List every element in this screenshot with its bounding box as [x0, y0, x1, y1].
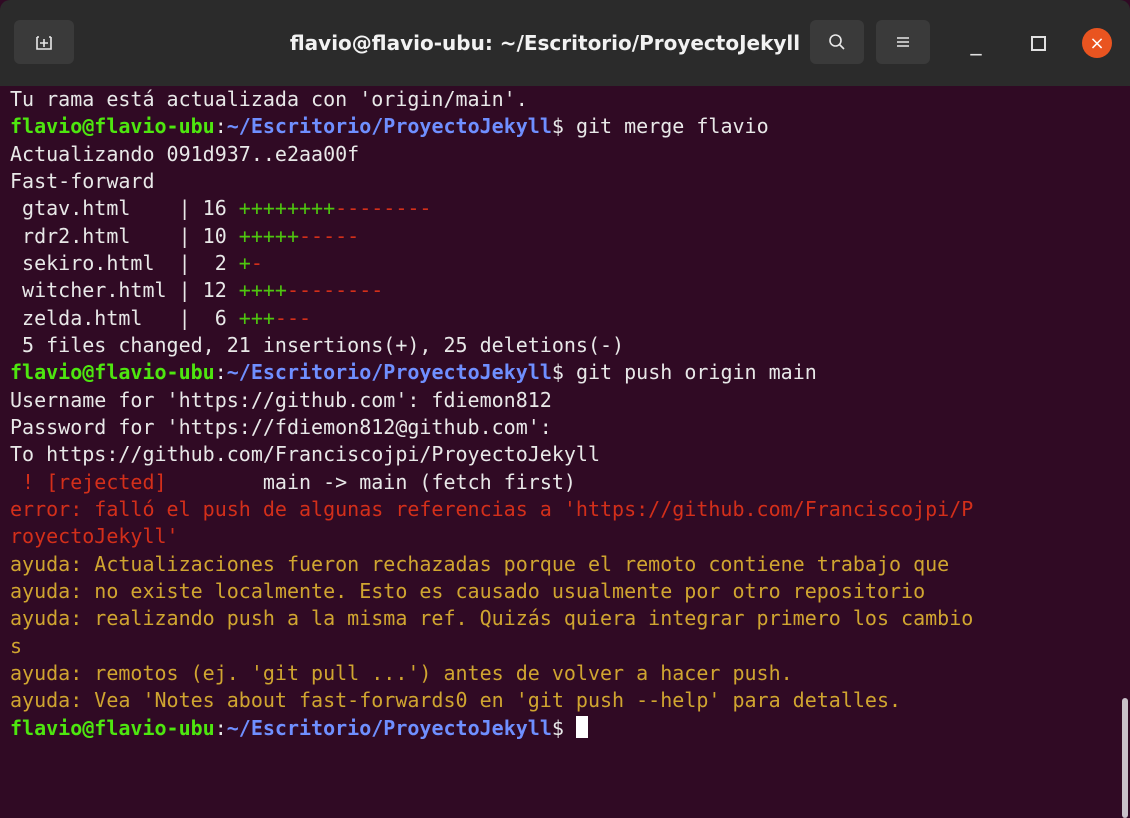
rejected-line: ! [rejected] main -> main (fetch first)	[10, 470, 576, 494]
hint-line: ayuda: no existe localmente. Esto es cau…	[10, 579, 926, 603]
output-line: 5 files changed, 21 insertions(+), 25 de…	[10, 333, 625, 357]
diffstat-line: sekiro.html | 2 +-	[10, 251, 263, 275]
output-line: Username for 'https://github.com': fdiem…	[10, 388, 552, 412]
hint-line: ayuda: Vea 'Notes about fast-forwards0 e…	[10, 688, 902, 712]
hint-line: ayuda: remotos (ej. 'git pull ...') ante…	[10, 661, 793, 685]
prompt-user: flavio@flavio-ubu	[10, 114, 215, 138]
menu-button[interactable]	[876, 20, 930, 64]
terminal-window: flavio@flavio-ubu: ~/Escritorio/Proyecto…	[0, 0, 1130, 818]
maximize-button[interactable]	[1020, 28, 1056, 58]
output-line: Password for 'https://fdiemon812@github.…	[10, 415, 552, 439]
hamburger-icon	[897, 37, 909, 47]
search-icon	[829, 34, 845, 50]
new-tab-icon	[36, 36, 52, 50]
output-line: Fast-forward	[10, 169, 155, 193]
output-line: Actualizando 091d937..e2aa00f	[10, 142, 360, 166]
diffstat-line: gtav.html | 16 ++++++++--------	[10, 196, 432, 220]
prompt-line: flavio@flavio-ubu:~/Escritorio/ProyectoJ…	[10, 114, 769, 138]
new-tab-button[interactable]	[14, 20, 74, 64]
prompt-line: flavio@flavio-ubu:~/Escritorio/ProyectoJ…	[10, 360, 817, 384]
maximize-icon	[1030, 35, 1046, 51]
output-line: Tu rama está actualizada con 'origin/mai…	[10, 87, 528, 111]
command: git merge flavio	[575, 114, 769, 138]
text-cursor	[575, 716, 588, 738]
minimize-icon: _	[970, 30, 982, 56]
hint-line: ayuda: Actualizaciones fueron rechazadas…	[10, 552, 950, 576]
prompt-line: flavio@flavio-ubu:~/Escritorio/ProyectoJ…	[10, 715, 588, 741]
output-line: To https://github.com/Franciscojpi/Proye…	[10, 442, 601, 466]
search-button[interactable]	[810, 20, 864, 64]
window-title: flavio@flavio-ubu: ~/Escritorio/Proyecto…	[289, 31, 801, 55]
error-line: error: falló el push de algunas referenc…	[10, 497, 974, 521]
error-line: royectoJekyll'	[10, 524, 179, 548]
minimize-button[interactable]: _	[958, 28, 994, 58]
command: git push origin main	[575, 360, 817, 384]
diffstat-line: witcher.html | 12 ++++--------	[10, 278, 384, 302]
close-button[interactable]: ×	[1082, 28, 1112, 58]
hint-line: ayuda: realizando push a la misma ref. Q…	[10, 606, 974, 630]
diffstat-line: zelda.html | 6 +++---	[10, 306, 312, 330]
hint-line: s	[10, 634, 23, 658]
prompt-path: ~/Escritorio/ProyectoJekyll	[226, 114, 552, 138]
title-bar: flavio@flavio-ubu: ~/Escritorio/Proyecto…	[0, 0, 1130, 86]
scrollbar[interactable]	[1122, 698, 1128, 818]
diffstat-line: rdr2.html | 10 +++++-----	[10, 224, 360, 248]
terminal-output[interactable]: Tu rama está actualizada con 'origin/mai…	[0, 86, 1130, 818]
close-icon: ×	[1089, 32, 1105, 54]
